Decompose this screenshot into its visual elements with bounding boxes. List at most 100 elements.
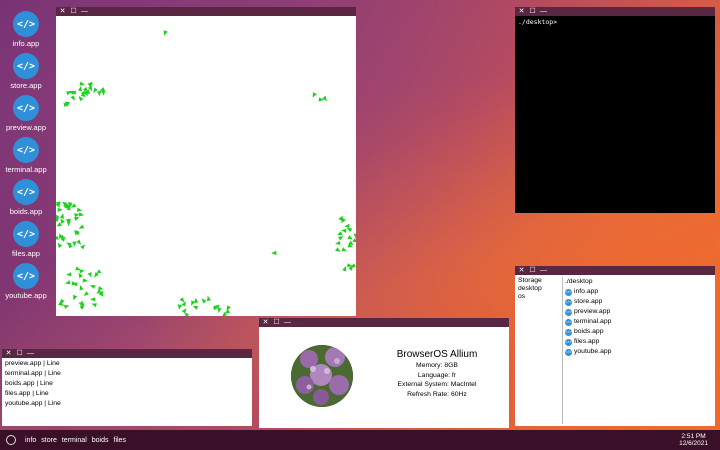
desktop-icon-info[interactable]: </> info.app [4,11,48,48]
boid [87,272,92,278]
taskbar-item-boids[interactable]: boids [92,437,109,444]
boid [70,95,75,101]
close-icon[interactable]: ✕ [262,318,269,327]
minimize-icon[interactable]: — [27,349,34,358]
file-item[interactable]: </> preview.app [565,307,713,317]
boids-window[interactable]: ✕ ☐ — [56,7,356,316]
code-icon: </> [13,263,39,289]
desktop-icon-store[interactable]: </> store.app [4,53,48,90]
terminal-prompt[interactable]: ./desktop> [518,18,712,26]
log-body: preview.app | Line terminal.app | Line boi… [2,358,252,426]
boid [177,304,182,310]
code-icon: </> [565,318,572,326]
minimize-icon[interactable]: — [540,7,547,16]
file-item[interactable]: </> terminal.app [565,317,713,327]
taskbar-item-store[interactable]: store [41,437,57,444]
files-sidebar-item[interactable]: desktop [518,285,562,293]
info-titlebar[interactable]: ✕ ☐ — [259,318,509,327]
files-sidebar-item[interactable]: os [518,293,562,301]
boid [76,239,82,245]
boid [179,297,185,303]
file-name: youtube.app [574,348,612,355]
minimize-icon[interactable]: — [284,318,291,327]
file-item[interactable]: </> store.app [565,297,713,307]
boid [192,305,199,310]
files-divider [562,277,563,424]
code-icon: </> [565,338,572,346]
start-button[interactable] [6,435,16,445]
boid [338,236,344,241]
boid [97,91,102,97]
clock-date: 12/6/2021 [679,440,708,447]
log-titlebar[interactable]: ✕ ☐ — [2,349,252,358]
boids-canvas[interactable] [56,16,356,316]
boid [78,224,85,229]
boid [83,291,89,296]
maximize-icon[interactable]: ☐ [70,7,77,16]
boid [72,241,77,247]
code-icon: </> [13,179,39,205]
taskbar-item-files[interactable]: files [114,437,126,444]
info-line: Language: fr [417,371,457,379]
boid [79,285,84,291]
minimize-icon[interactable]: — [540,266,547,275]
terminal-output[interactable]: ./desktop> [515,16,715,213]
files-titlebar[interactable]: ✕ ☐ — [515,266,715,275]
boid [201,298,207,304]
terminal-titlebar[interactable]: ✕ ☐ — [515,7,715,16]
desktop-icon-files[interactable]: </> files.app [4,221,48,258]
taskbar-item-info[interactable]: info [25,437,36,444]
maximize-icon[interactable]: ☐ [529,7,536,16]
boid [271,250,277,256]
desktop-icon-terminal[interactable]: </> terminal.app [4,137,48,174]
log-line: terminal.app | Line [5,370,61,377]
boid [335,240,341,245]
boid [59,213,64,219]
allium-flower-image [291,345,353,407]
info-line: External System: MacIntel [397,381,477,388]
boid [56,218,60,223]
files-sidebar-item[interactable]: Storage [518,277,562,285]
files-sidebar: Storage desktop os [518,277,562,301]
log-line: boids.app | Line [5,380,53,387]
boid [73,294,78,301]
desktop-icon-youtube[interactable]: </> youtube.app [4,263,48,300]
log-window[interactable]: ✕ ☐ — preview.app | Line terminal.app | L… [2,349,252,426]
close-icon[interactable]: ✕ [518,7,525,16]
log-line: preview.app | Line [5,360,60,367]
boid [95,269,102,274]
close-icon[interactable]: ✕ [59,7,66,16]
file-item[interactable]: </> youtube.app [565,347,713,357]
minimize-icon[interactable]: — [81,7,88,16]
file-item[interactable]: </> boids.app [565,327,713,337]
file-item[interactable]: </> files.app [565,337,713,347]
taskbar-item-terminal[interactable]: terminal [62,437,87,444]
close-icon[interactable]: ✕ [5,349,12,358]
info-body: BrowserOS Allium Memory: 8GB Language: fr… [259,327,509,428]
file-name: info.app [574,288,599,295]
boid [73,216,80,221]
close-icon[interactable]: ✕ [518,266,525,275]
boid [191,300,196,306]
maximize-icon[interactable]: ☐ [273,318,280,327]
boid [56,235,59,240]
file-item[interactable]: </> info.app [565,287,713,297]
files-window[interactable]: ✕ ☐ — Storage desktop os ./desktop </> info… [515,266,715,426]
code-icon: </> [13,53,39,79]
maximize-icon[interactable]: ☐ [529,266,536,275]
maximize-icon[interactable]: ☐ [16,349,23,358]
info-window[interactable]: ✕ ☐ — BrowserOS Allium Memory: 8GB Langua… [259,318,509,428]
boid [80,244,85,250]
code-icon: </> [565,348,572,356]
boid [82,278,88,283]
boid [57,207,63,212]
boid [346,227,353,233]
boids-titlebar[interactable]: ✕ ☐ — [56,7,356,16]
desktop-icon-boids[interactable]: </> boids.app [4,179,48,216]
desktop-icon-preview[interactable]: </> preview.app [4,95,48,132]
clock[interactable]: 2:51 PM 12/6/2021 [679,433,708,447]
boid [352,238,356,243]
boid [341,228,347,233]
terminal-window[interactable]: ✕ ☐ — ./desktop> [515,7,715,213]
code-icon: </> [13,137,39,163]
